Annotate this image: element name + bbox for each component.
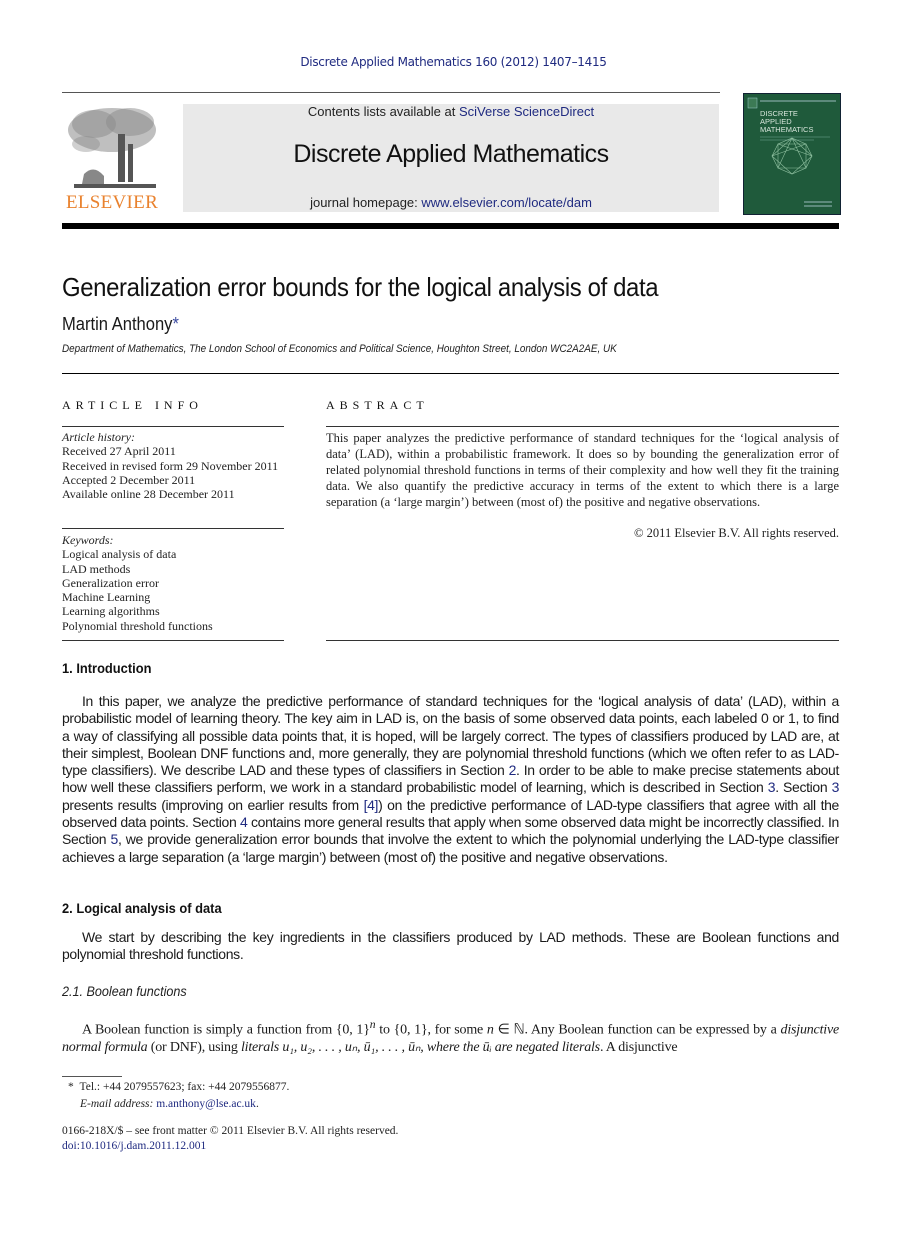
text-run: . A disjunctive <box>599 1039 678 1055</box>
section-heading-introduction: 1. Introduction <box>62 660 152 676</box>
elsevier-wordmark: ELSEVIER <box>65 192 159 213</box>
math-variable: n <box>486 1022 494 1038</box>
keyword-item: Polynomial threshold functions <box>62 618 213 633</box>
introduction-paragraph: In this paper, we analyze the predictive… <box>62 693 839 866</box>
author-footnote-link[interactable]: * <box>172 314 178 334</box>
title-rule <box>62 373 839 374</box>
text-run: , we provide generalization error bounds… <box>62 831 839 865</box>
paper-title: Generalization error bounds for the logi… <box>62 272 659 302</box>
history-item: Received in revised form 29 November 201… <box>62 458 279 473</box>
text-run: . <box>255 1098 259 1110</box>
emphasis: negated literals <box>515 1039 600 1055</box>
elsevier-logo[interactable]: ELSEVIER <box>62 104 162 214</box>
keyword-item: Logical analysis of data <box>62 547 177 562</box>
journal-name: Discrete Applied Mathematics <box>293 140 609 168</box>
front-matter-notice: 0166-218X/$ – see front matter © 2011 El… <box>62 1125 399 1137</box>
footnote-contact: * Tel.: +44 2079557623; fax: +44 2079556… <box>68 1081 289 1093</box>
keyword-item: LAD methods <box>62 561 131 576</box>
history-item: Available online 28 December 2011 <box>62 487 235 502</box>
contents-line: Contents lists available at SciVerse Sci… <box>183 104 719 119</box>
header-top-rule <box>62 92 720 93</box>
cover-graphic-icon: DISCRETE APPLIED MATHEMATICS <box>747 97 836 207</box>
abstract-copyright: © 2011 Elsevier B.V. All rights reserved… <box>634 526 839 540</box>
section-ref-link[interactable]: 2 <box>509 762 517 778</box>
keyword-item: Machine Learning <box>62 590 151 605</box>
divider <box>62 640 284 641</box>
section-ref-link[interactable]: 3 <box>832 779 840 795</box>
divider <box>326 426 839 427</box>
contents-prefix: Contents lists available at <box>307 104 459 119</box>
emphasis: literals <box>240 1039 280 1055</box>
lad-paragraph: We start by describing the key ingredien… <box>62 929 839 963</box>
article-history: Article history: Received 27 April 2011 … <box>62 430 284 501</box>
footnote-rule <box>62 1076 122 1077</box>
journal-homepage-link[interactable]: www.elsevier.com/locate/dam <box>421 195 592 210</box>
abstract-text: This paper analyzes the predictive perfo… <box>326 431 839 509</box>
author-name: Martin Anthony <box>62 314 173 334</box>
email-link[interactable]: m.anthony@lse.ac.uk <box>156 1098 256 1110</box>
cover-title-line: MATHEMATICS <box>760 125 813 134</box>
journal-citation-link[interactable]: Discrete Applied Mathematics 160 (2012) … <box>0 55 907 69</box>
author-line: Martin Anthony* <box>62 314 179 335</box>
sciencedirect-link[interactable]: SciVerse ScienceDirect <box>459 104 594 119</box>
citation-ref-link[interactable]: [4] <box>364 797 379 813</box>
journal-cover-image[interactable]: DISCRETE APPLIED MATHEMATICS <box>743 93 841 215</box>
abstract-heading: ABSTRACT <box>326 398 429 412</box>
text-run: (or DNF), using <box>147 1039 241 1055</box>
history-item: Received 27 April 2011 <box>62 444 176 459</box>
text-run: . Section <box>775 779 832 796</box>
section-ref-link[interactable]: 5 <box>111 831 119 847</box>
text-run: ∈ ℕ. Any Boolean function can be express… <box>493 1022 781 1038</box>
divider <box>326 640 839 641</box>
keyword-item: Learning algorithms <box>62 604 160 619</box>
email-label: E-mail address: <box>80 1098 157 1110</box>
subsection-heading-boolean-functions: 2.1. Boolean functions <box>62 983 187 999</box>
keyword-item: Generalization error <box>62 575 159 590</box>
journal-masthead: Contents lists available at SciVerse Sci… <box>183 104 719 212</box>
doi-link[interactable]: doi:10.1016/j.dam.2011.12.001 <box>62 1140 206 1152</box>
keywords-label: Keywords: <box>62 533 114 547</box>
elsevier-tree-icon <box>68 108 156 188</box>
section-heading-lad: 2. Logical analysis of data <box>62 900 222 916</box>
keywords: Keywords: Logical analysis of data LAD m… <box>62 533 284 633</box>
header-thick-rule <box>62 223 839 229</box>
article-info-heading: ARTICLE INFO <box>62 398 203 412</box>
math-run: u₁, u₂, . . . , uₙ, ū₁, . . . , ūₙ, wher… <box>279 1039 516 1055</box>
footnote-mark: * <box>68 1081 74 1093</box>
homepage-prefix: journal homepage: <box>310 195 422 210</box>
text-run: to {0, 1}, for some <box>375 1022 487 1038</box>
footnote-email: E-mail address: m.anthony@lse.ac.uk. <box>80 1098 259 1110</box>
divider <box>62 426 284 427</box>
text-run: A Boolean function is simply a function … <box>82 1022 370 1038</box>
divider <box>62 528 284 529</box>
boolean-functions-paragraph: A Boolean function is simply a function … <box>62 1016 839 1056</box>
homepage-line: journal homepage: www.elsevier.com/locat… <box>183 195 719 210</box>
author-affiliation: Department of Mathematics, The London Sc… <box>62 343 617 355</box>
contact-text: Tel.: +44 2079557623; fax: +44 207955687… <box>79 1081 290 1093</box>
history-item: Accepted 2 December 2011 <box>62 472 196 487</box>
history-label: Article history: <box>62 430 135 444</box>
text-run: presents results (improving on earlier r… <box>62 796 364 813</box>
